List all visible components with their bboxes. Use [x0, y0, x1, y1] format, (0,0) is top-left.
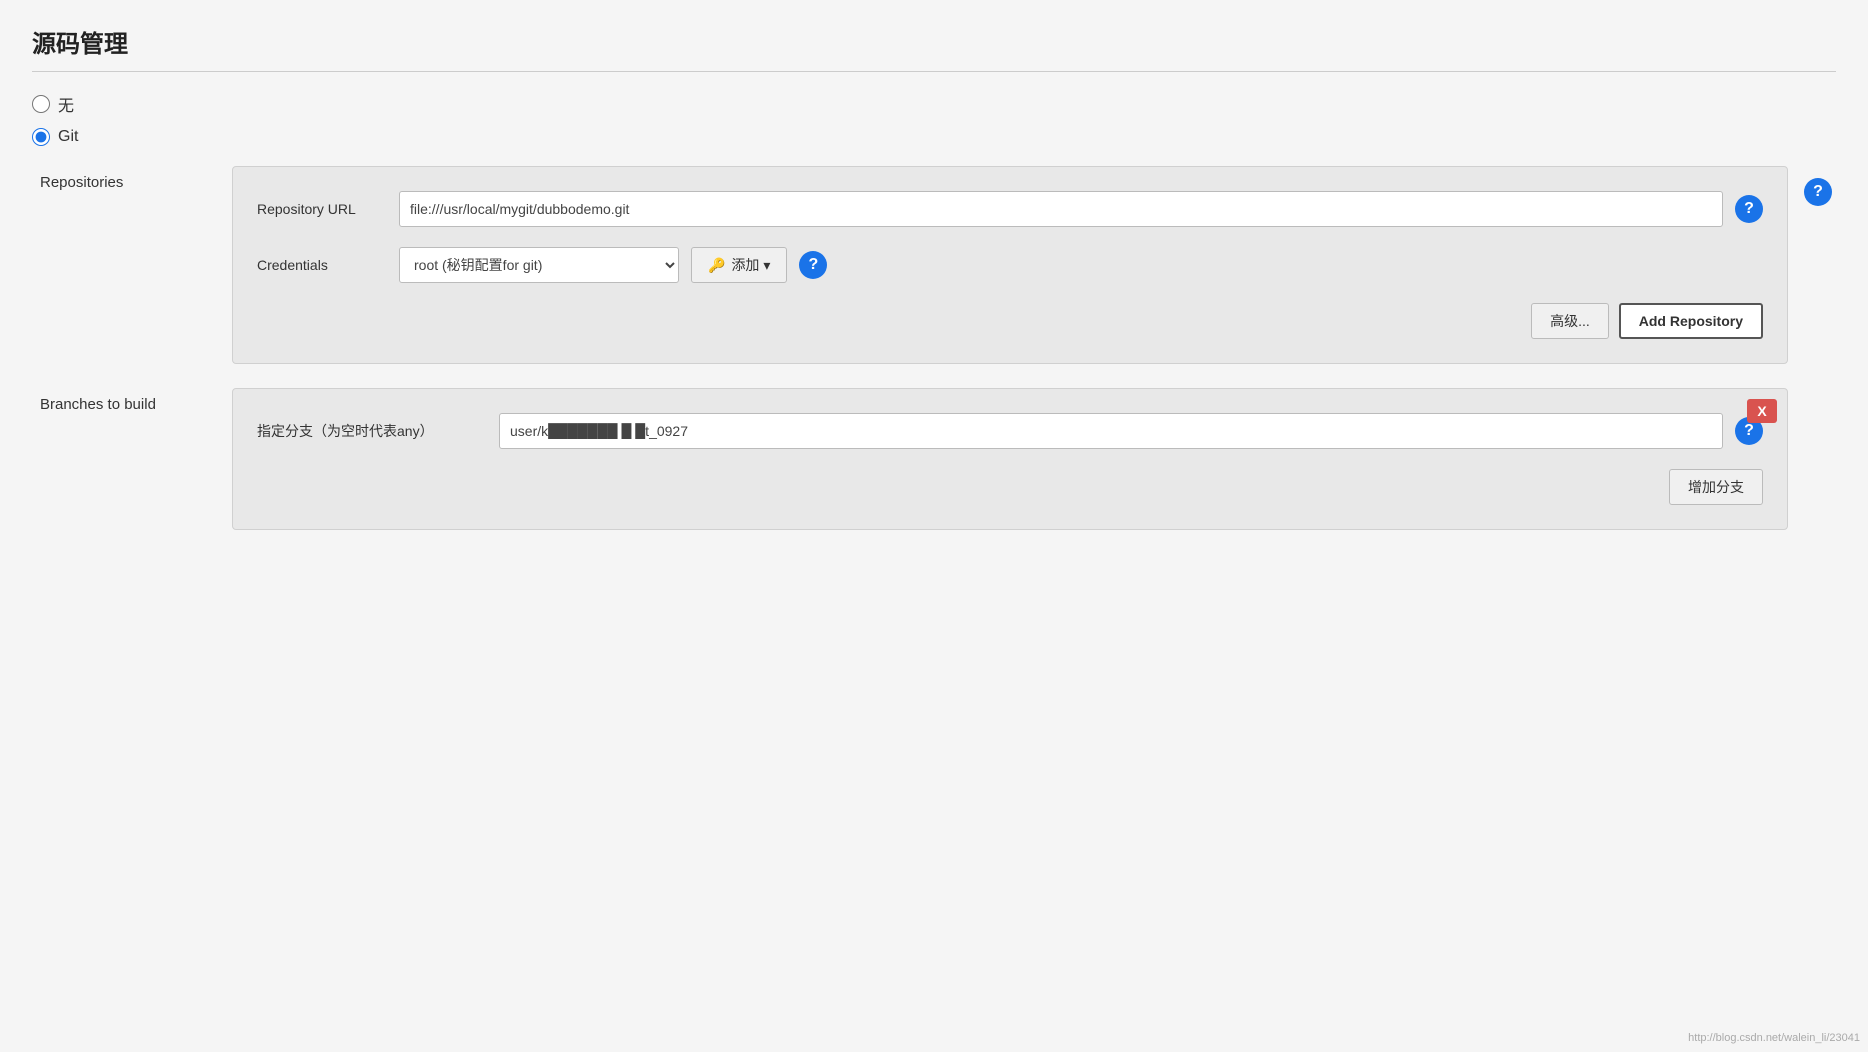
- repo-url-help-icon[interactable]: ?: [1735, 195, 1763, 223]
- radio-git-input[interactable]: [32, 128, 50, 146]
- radio-git-label: Git: [58, 128, 78, 146]
- scm-radio-group: 无 Git: [32, 92, 1836, 146]
- branches-panel-footer: 增加分支: [257, 469, 1763, 505]
- branches-panel: X 指定分支（为空时代表any） ? 增加分支: [232, 388, 1788, 530]
- add-credentials-button[interactable]: 🔑 添加 ▾: [691, 247, 787, 283]
- title-divider: [32, 71, 1836, 72]
- credentials-row: Credentials root (秘钥配置for git) 🔑 添加 ▾ ?: [257, 247, 1763, 283]
- advanced-button[interactable]: 高级...: [1531, 303, 1609, 339]
- add-cred-label: 添加 ▾: [731, 255, 770, 275]
- repositories-panel: Repository URL ? Credentials root (秘钥配置f…: [232, 166, 1788, 364]
- add-branch-button[interactable]: 增加分支: [1669, 469, 1763, 505]
- branches-section: Branches to build X 指定分支（为空时代表any） ? 增加分…: [32, 388, 1836, 530]
- credentials-label: Credentials: [257, 257, 387, 273]
- branches-label: Branches to build: [32, 388, 232, 413]
- repo-panel-footer: 高级... Add Repository: [257, 303, 1763, 339]
- branch-input-row: 指定分支（为空时代表any） ?: [257, 413, 1763, 449]
- page-title: 源码管理: [32, 24, 1836, 59]
- watermark: http://blog.csdn.net/walein_li/23041: [1688, 1032, 1860, 1044]
- repositories-outer-help[interactable]: ?: [1800, 174, 1836, 210]
- key-icon: 🔑: [708, 257, 725, 274]
- radio-none-label: 无: [58, 92, 74, 116]
- radio-none-input[interactable]: [32, 95, 50, 113]
- repo-url-row: Repository URL ?: [257, 191, 1763, 227]
- repositories-label: Repositories: [32, 166, 232, 191]
- remove-branch-button[interactable]: X: [1747, 399, 1777, 423]
- radio-git[interactable]: Git: [32, 128, 1836, 146]
- repositories-help-icon[interactable]: ?: [1804, 178, 1832, 206]
- credentials-select[interactable]: root (秘钥配置for git): [399, 247, 679, 283]
- branch-input[interactable]: [499, 413, 1723, 449]
- repo-url-input[interactable]: [399, 191, 1723, 227]
- repositories-section: Repositories Repository URL ? Credential…: [32, 166, 1836, 364]
- repo-url-label: Repository URL: [257, 201, 387, 217]
- branch-specifier-label: 指定分支（为空时代表any）: [257, 421, 487, 441]
- credentials-help-icon[interactable]: ?: [799, 251, 827, 279]
- add-repository-button[interactable]: Add Repository: [1619, 303, 1763, 339]
- radio-none[interactable]: 无: [32, 92, 1836, 116]
